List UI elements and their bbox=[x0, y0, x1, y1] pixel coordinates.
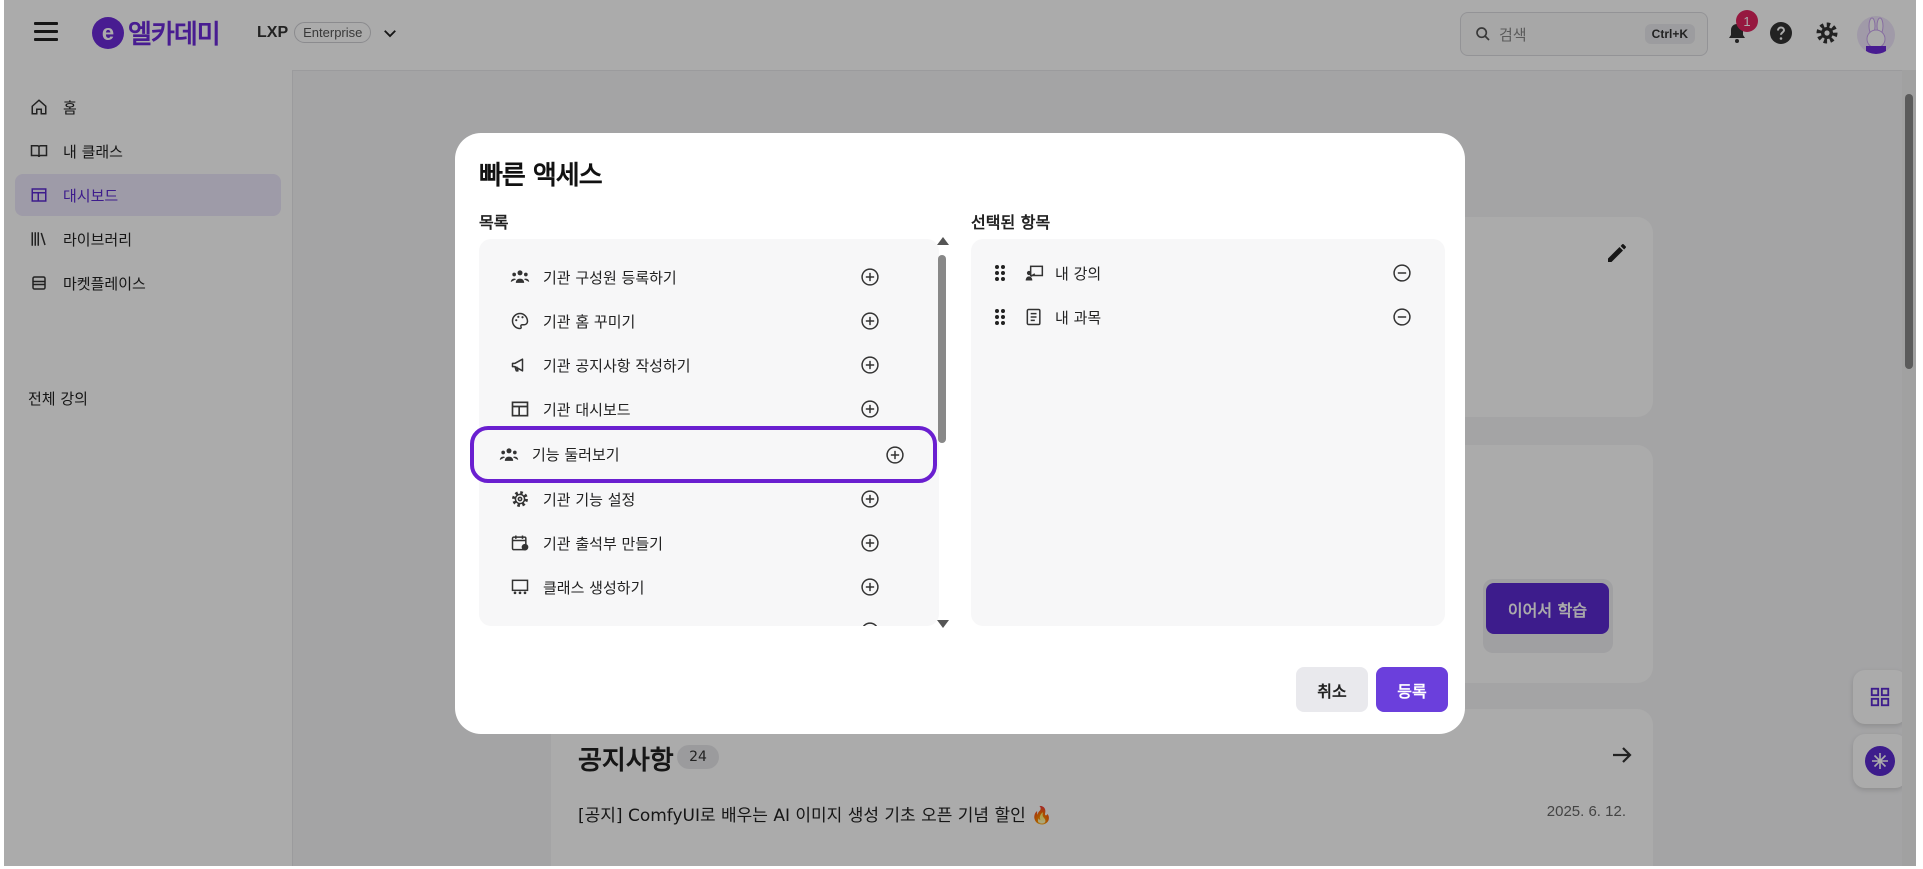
list-item-label: 클래스 생성하기 bbox=[543, 578, 645, 597]
modal-title: 빠른 액세스 bbox=[479, 161, 603, 191]
list-item-label: 기관 기능 설정 bbox=[543, 490, 636, 509]
list-item[interactable]: 기능 둘러보기 bbox=[474, 430, 934, 479]
list-scrollbar[interactable] bbox=[935, 237, 949, 628]
list-section-label: 목록 bbox=[479, 213, 509, 232]
selected-item-label: 내 강의 bbox=[1055, 264, 1102, 283]
selected-item[interactable]: 내 강의 bbox=[971, 251, 1445, 295]
users-icon bbox=[498, 444, 520, 466]
drag-handle-icon[interactable] bbox=[993, 262, 1007, 284]
list-item-partial[interactable] bbox=[479, 609, 917, 626]
list-item-label: 기관 공지사항 작성하기 bbox=[543, 356, 691, 375]
list-item-label: 기관 출석부 만들기 bbox=[543, 534, 663, 553]
list-item[interactable]: 기관 기능 설정 bbox=[479, 477, 917, 521]
list-item-label: 기관 홈 꾸미기 bbox=[543, 312, 636, 331]
selected-item[interactable]: 내 과목 bbox=[971, 295, 1445, 339]
scroll-down-arrow[interactable] bbox=[937, 620, 949, 628]
dashboard-icon bbox=[509, 398, 531, 420]
add-circle-icon[interactable] bbox=[859, 576, 881, 598]
palette-icon bbox=[509, 310, 531, 332]
drag-handle-icon[interactable] bbox=[993, 306, 1007, 328]
selected-item-label: 내 과목 bbox=[1055, 308, 1102, 327]
selected-list[interactable]: 내 강의 내 과목 bbox=[971, 239, 1445, 626]
list-item-label: 기능 둘러보기 bbox=[532, 446, 620, 464]
add-circle-icon[interactable] bbox=[859, 488, 881, 510]
scroll-up-arrow[interactable] bbox=[937, 237, 949, 245]
remove-circle-icon[interactable] bbox=[1391, 306, 1413, 328]
app-window: e 엘카데미 LXP Enterprise 검색 Ctrl+K 1 홈 내 클래… bbox=[4, 0, 1916, 866]
add-circle-icon[interactable] bbox=[884, 444, 906, 466]
add-circle-icon[interactable] bbox=[859, 310, 881, 332]
add-circle-icon[interactable] bbox=[859, 266, 881, 288]
add-circle-icon[interactable] bbox=[859, 354, 881, 376]
list-item-label: 기관 구성원 등록하기 bbox=[543, 268, 677, 287]
list-item-label: 기관 대시보드 bbox=[543, 400, 631, 419]
list-item[interactable]: 기관 공지사항 작성하기 bbox=[479, 343, 917, 387]
cancel-button[interactable]: 취소 bbox=[1296, 667, 1368, 712]
notebook-icon bbox=[1023, 306, 1045, 328]
list-scroll-thumb[interactable] bbox=[938, 255, 946, 443]
selected-section-label: 선택된 항목 bbox=[971, 213, 1051, 232]
add-circle-icon[interactable] bbox=[859, 620, 881, 626]
teacher-icon bbox=[1023, 262, 1045, 284]
add-circle-icon[interactable] bbox=[859, 398, 881, 420]
list-item[interactable]: 기관 구성원 등록하기 bbox=[479, 255, 917, 299]
list-item-icon-placeholder bbox=[509, 620, 531, 626]
classroom-icon bbox=[509, 576, 531, 598]
users-icon bbox=[509, 266, 531, 288]
remove-circle-icon[interactable] bbox=[1391, 262, 1413, 284]
megaphone-icon bbox=[509, 354, 531, 376]
add-circle-icon[interactable] bbox=[859, 532, 881, 554]
highlighted-list-item[interactable]: 기능 둘러보기 bbox=[470, 426, 937, 483]
list-item[interactable]: 기관 홈 꾸미기 bbox=[479, 299, 917, 343]
calendar-icon bbox=[509, 532, 531, 554]
gear-icon bbox=[509, 488, 531, 510]
submit-button[interactable]: 등록 bbox=[1376, 667, 1448, 712]
list-item[interactable]: 기관 출석부 만들기 bbox=[479, 521, 917, 565]
list-item[interactable]: 클래스 생성하기 bbox=[479, 565, 917, 609]
list-item[interactable]: 기관 대시보드 bbox=[479, 387, 917, 431]
